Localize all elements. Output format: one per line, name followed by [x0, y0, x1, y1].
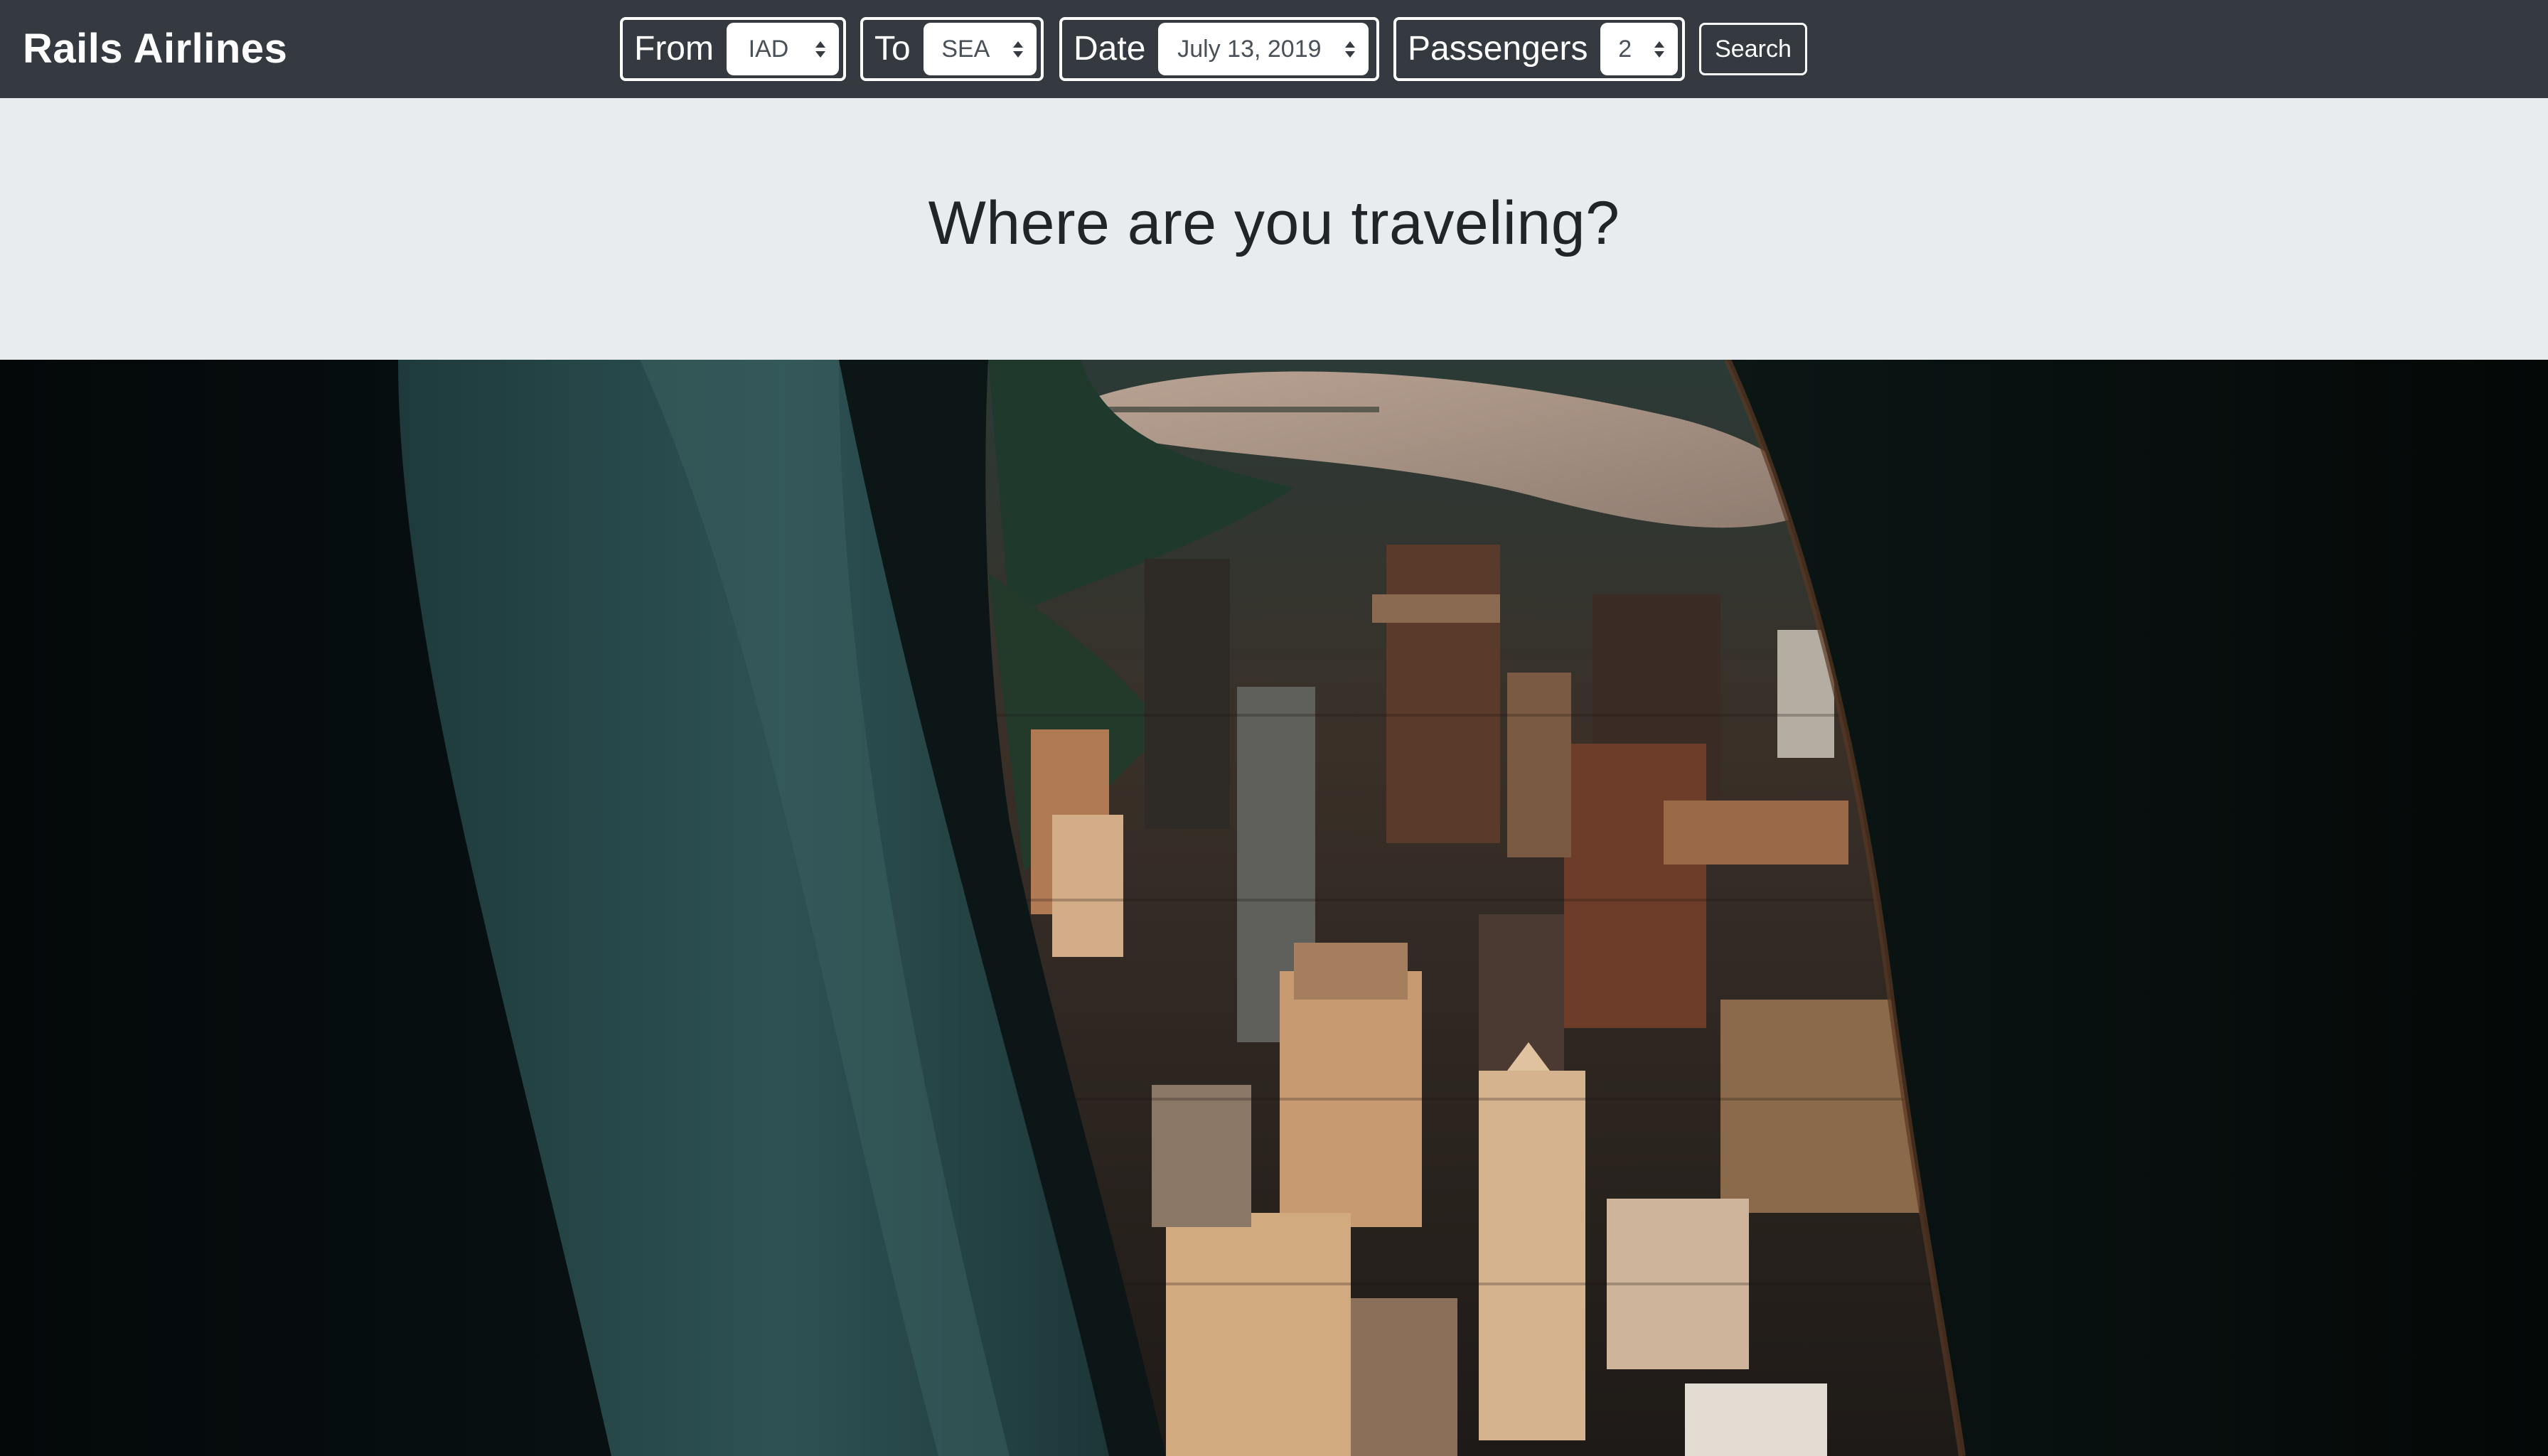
passengers-select-value: 2	[1618, 36, 1632, 63]
select-arrows-icon	[813, 23, 828, 75]
search-button[interactable]: Search	[1699, 23, 1807, 75]
to-select[interactable]: SEA	[923, 23, 1037, 75]
brand-logo[interactable]: Rails Airlines	[23, 24, 287, 74]
from-field-group: From IAD	[620, 17, 846, 81]
from-label: From	[634, 30, 714, 68]
date-select[interactable]: July 13, 2019	[1158, 23, 1369, 75]
passengers-select[interactable]: 2	[1600, 23, 1678, 75]
passengers-label: Passengers	[1408, 30, 1588, 68]
to-label: To	[874, 30, 911, 68]
hero-photo	[0, 360, 2548, 1456]
from-select-value: IAD	[748, 36, 789, 63]
select-arrows-icon	[1011, 23, 1025, 75]
top-navbar: Rails Airlines From IAD To SEA Date July…	[0, 0, 2548, 98]
select-arrows-icon	[1343, 23, 1357, 75]
airplane-window-city-view-icon	[0, 360, 2548, 1456]
to-field-group: To SEA	[860, 17, 1044, 81]
passengers-field-group: Passengers 2	[1393, 17, 1685, 81]
to-select-value: SEA	[941, 36, 990, 63]
from-select[interactable]: IAD	[726, 23, 839, 75]
date-select-value: July 13, 2019	[1177, 36, 1322, 63]
page-title: Where are you traveling?	[928, 189, 1620, 257]
date-label: Date	[1074, 30, 1146, 68]
date-field-group: Date July 13, 2019	[1059, 17, 1379, 81]
hero-banner: Where are you traveling?	[0, 98, 2548, 360]
select-arrows-icon	[1652, 23, 1666, 75]
